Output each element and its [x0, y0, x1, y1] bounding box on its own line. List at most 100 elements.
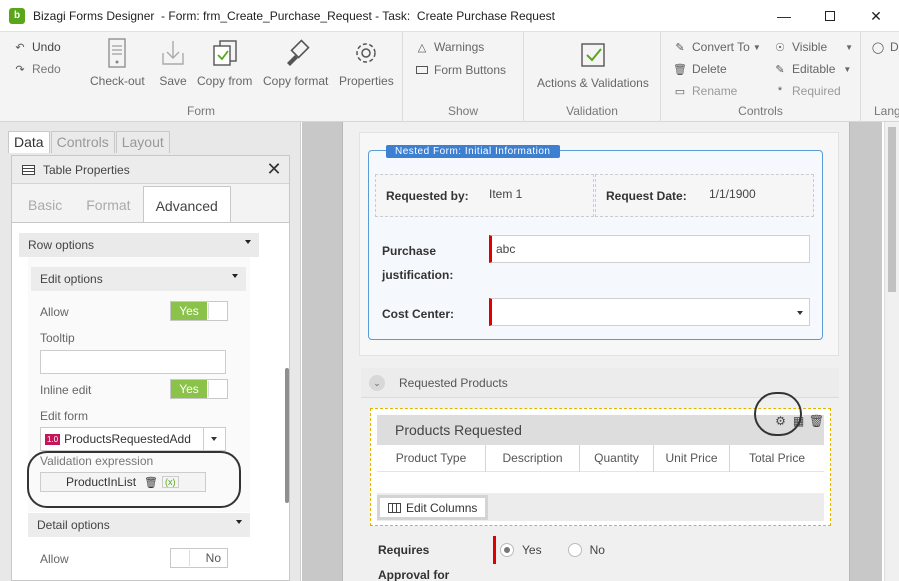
properties-button[interactable]: Properties: [339, 38, 394, 88]
allow-toggle[interactable]: Yes: [170, 301, 228, 321]
visible-button[interactable]: ☉ Visible ▼: [773, 40, 853, 54]
properties-scrollbar[interactable]: [285, 368, 289, 503]
trash-icon[interactable]: 🗑: [809, 413, 824, 428]
copy-from-button[interactable]: Copy from: [197, 38, 252, 88]
edit-columns-button[interactable]: Edit Columns: [377, 495, 489, 520]
left-panel-tabs: Data Controls Layout: [8, 131, 171, 153]
server-icon: [102, 38, 132, 68]
detail-options-section[interactable]: Detail options: [28, 513, 250, 537]
tab-data[interactable]: Data: [8, 131, 50, 153]
tab-layout[interactable]: Layout: [115, 131, 170, 153]
save-button[interactable]: Save: [158, 38, 188, 88]
table-grid-icon: [388, 502, 401, 513]
grid-column-header[interactable]: Quantity: [580, 445, 654, 472]
language-button[interactable]: ◯ D: [871, 40, 899, 54]
form-buttons-icon: [415, 63, 429, 77]
chevron-down-icon[interactable]: ⌄: [369, 375, 385, 391]
grid-column-header[interactable]: Description: [486, 445, 580, 472]
requires-label: Requires: [378, 543, 430, 557]
window-title: Bizagi Forms Designer - Form: frm_Create…: [33, 8, 555, 23]
redo-button[interactable]: ↷ Redo: [13, 62, 60, 76]
radio-no[interactable]: [567, 543, 582, 557]
close-icon: ✕: [266, 159, 282, 179]
copy-from-icon: [210, 38, 240, 68]
actions-validations-button[interactable]: Actions & Validations: [537, 40, 649, 90]
edit-form-label: Edit form: [40, 409, 89, 423]
grid-column-header[interactable]: Product Type: [377, 445, 486, 472]
request-date-field[interactable]: Request Date: 1/1/1900: [595, 174, 814, 217]
ribbon: ↶ Undo ↷ Redo Check-out Save Copy from C…: [0, 32, 899, 122]
inline-edit-label: Inline edit: [40, 383, 92, 397]
canvas-scrollbar[interactable]: [884, 122, 899, 581]
asterisk-icon: *: [777, 85, 783, 97]
caret-down-icon: [797, 311, 803, 315]
table-properties-window: Table Properties ✕ Basic Format Advanced…: [11, 155, 290, 581]
grid-header-row: Product Type Description Quantity Unit P…: [377, 445, 824, 472]
requested-by-field[interactable]: Requested by: Item 1: [375, 174, 594, 217]
maximize-button[interactable]: [807, 0, 853, 32]
convert-icon: ✎: [675, 41, 685, 54]
required-button[interactable]: * Required: [773, 84, 841, 98]
language-group-label: Lang: [874, 104, 899, 118]
dropdown-button[interactable]: [203, 428, 225, 450]
nested-form[interactable]: Nested Form: Initial Information Request…: [368, 145, 823, 340]
bizagi-logo-icon: b: [9, 7, 25, 24]
caret-down-icon: [236, 520, 242, 524]
redo-icon: ↷: [15, 63, 25, 76]
dropdown-caret-icon: ▼: [752, 42, 761, 52]
form-group-label: Form: [187, 104, 215, 118]
editable-button[interactable]: ✎ Editable ▼: [773, 62, 851, 76]
grid-column-header[interactable]: Total Price: [730, 445, 824, 472]
row-options-section[interactable]: Row options: [19, 233, 259, 257]
detail-allow-label: Allow: [40, 552, 69, 566]
dropdown-caret-icon: ▼: [843, 64, 852, 74]
edit-form-value: ProductsRequestedAdd: [64, 432, 191, 446]
undo-icon: ↶: [15, 41, 25, 54]
edit-icon: ✎: [775, 63, 785, 76]
purchase-justification-input[interactable]: abc: [489, 235, 810, 263]
form-version-badge: 1.0: [45, 433, 61, 445]
form-buttons-button[interactable]: Form Buttons: [415, 63, 506, 77]
table-grid-icon: [22, 164, 35, 175]
delete-button[interactable]: 🗑 Delete: [673, 62, 727, 76]
rename-button[interactable]: ▭ Rename: [673, 84, 738, 98]
caret-down-icon: [211, 437, 217, 441]
show-group: △ Warnings Form Buttons Show: [403, 32, 524, 122]
left-panel: Data Controls Layout Table Properties ✕ …: [0, 122, 301, 581]
tab-basic[interactable]: Basic: [16, 186, 74, 222]
close-button[interactable]: ✕: [853, 0, 899, 32]
scrollbar-thumb[interactable]: [888, 127, 896, 292]
save-download-icon: [158, 38, 188, 68]
inline-edit-toggle[interactable]: Yes: [170, 379, 228, 399]
cost-center-select[interactable]: [489, 298, 810, 326]
warnings-button[interactable]: △ Warnings: [415, 40, 484, 54]
tab-format[interactable]: Format: [74, 186, 142, 222]
form-canvas: Nested Form: Initial Information Request…: [302, 122, 882, 581]
controls-group: ✎ Convert To ▼ 🗑 Delete ▭ Rename ☉ Visible ▼ ✎…: [661, 32, 861, 122]
caret-down-icon: [232, 274, 238, 278]
edit-form-select[interactable]: 1.0 ProductsRequestedAdd: [40, 427, 226, 451]
checkout-button[interactable]: Check-out: [90, 38, 145, 88]
maximize-icon: [825, 11, 835, 21]
trash-icon: 🗑: [673, 63, 687, 76]
edit-options-section[interactable]: Edit options: [31, 267, 246, 291]
close-properties-button[interactable]: ✕: [263, 158, 285, 180]
requires-label-2: Approval for: [378, 568, 450, 581]
controls-group-label: Controls: [738, 104, 783, 118]
rename-icon: ▭: [674, 85, 686, 98]
tooltip-input[interactable]: [40, 350, 226, 374]
design-page: Nested Form: Initial Information Request…: [342, 122, 850, 581]
tab-controls[interactable]: Controls: [50, 131, 115, 153]
show-group-label: Show: [447, 104, 479, 118]
radio-yes[interactable]: [500, 543, 514, 557]
detail-allow-toggle[interactable]: No: [170, 548, 228, 568]
undo-button[interactable]: ↶ Undo: [13, 40, 60, 54]
minimize-button[interactable]: —: [761, 0, 807, 32]
caret-down-icon: [245, 240, 251, 244]
tab-advanced[interactable]: Advanced: [142, 186, 231, 222]
properties-tabs: Basic Format Advanced: [16, 186, 231, 222]
convert-to-button[interactable]: ✎ Convert To ▼: [673, 40, 761, 54]
grid-column-header[interactable]: Unit Price: [654, 445, 730, 472]
copy-format-button[interactable]: Copy format: [263, 38, 328, 88]
paintbrush-icon: [281, 38, 311, 68]
